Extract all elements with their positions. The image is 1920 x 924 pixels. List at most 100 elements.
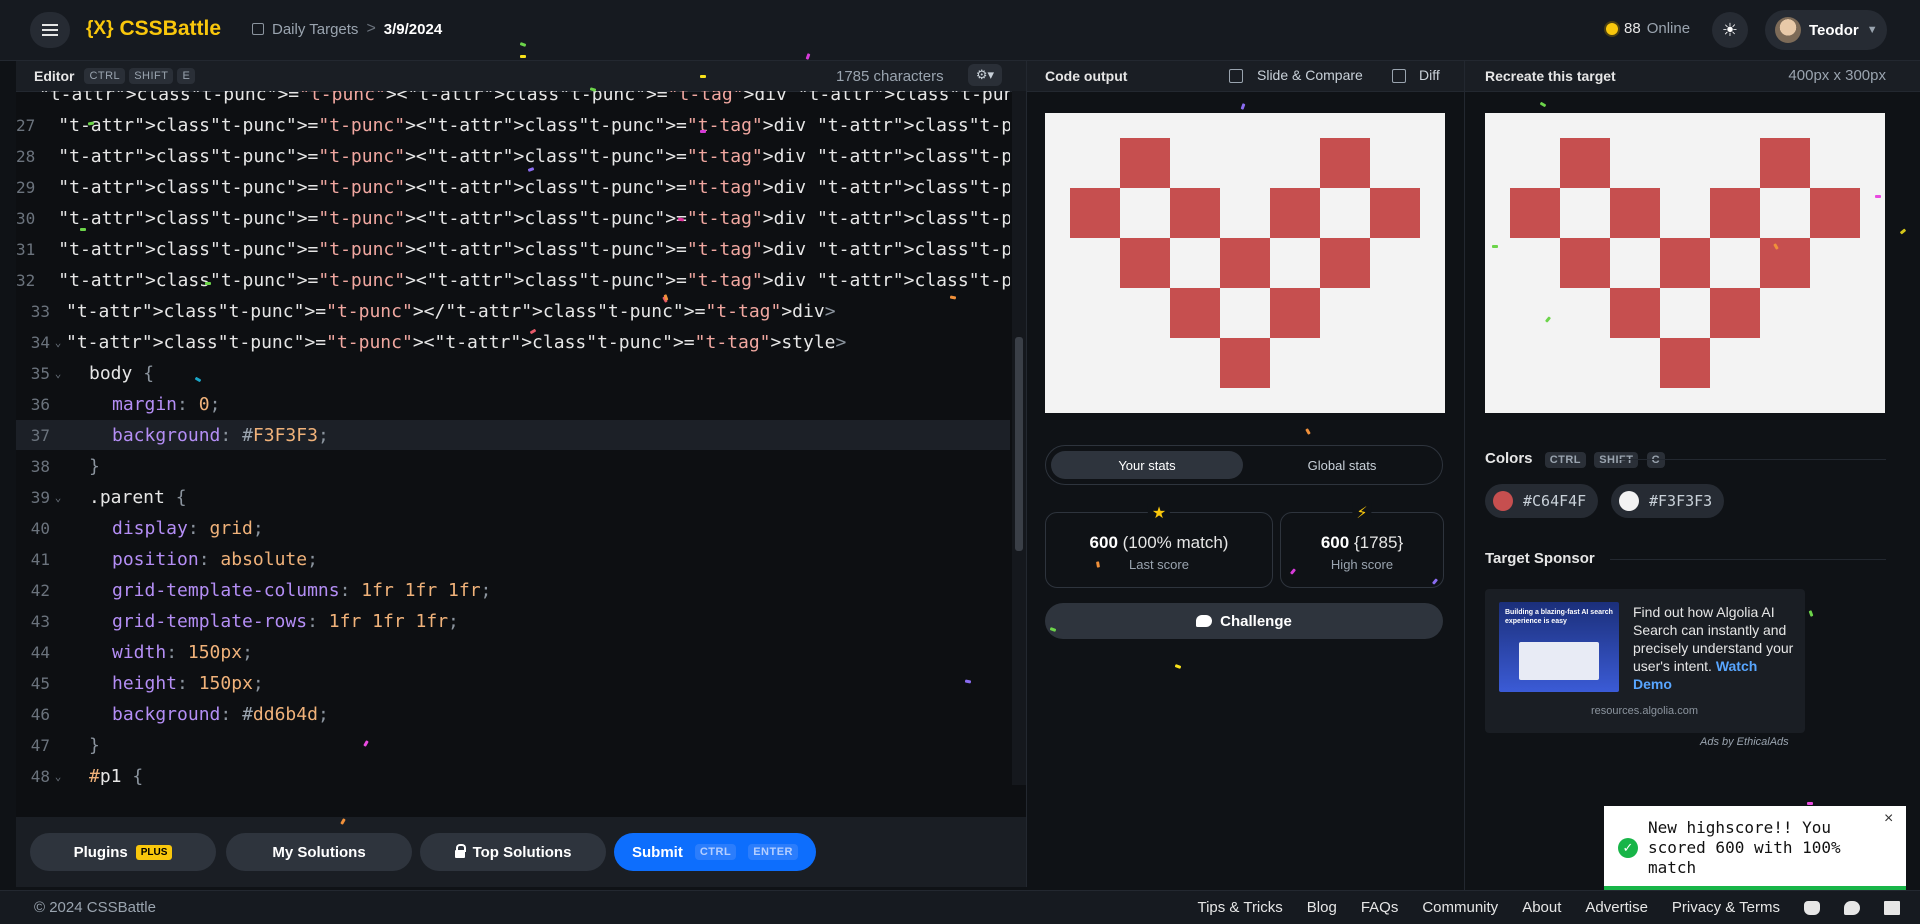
code-line[interactable]: 47}: [16, 730, 1010, 760]
line-number: 43: [30, 611, 50, 631]
footer-link[interactable]: Tips & Tricks: [1197, 899, 1282, 916]
breadcrumb: Daily Targets > 3/9/2024: [252, 20, 442, 38]
user-menu-button[interactable]: Teodor ▼: [1765, 10, 1887, 50]
code-output-title: Code output: [1045, 68, 1128, 84]
footer-link[interactable]: Blog: [1307, 899, 1337, 916]
code-text: height: 150px;: [112, 672, 264, 694]
my-solutions-button[interactable]: My Solutions: [226, 833, 412, 871]
pattern-square: [1070, 188, 1120, 238]
breadcrumb-current: 3/9/2024: [383, 20, 443, 38]
code-line[interactable]: 36 margin: 0;: [16, 389, 1010, 419]
code-text: "t-attr">class"t-punc">="t-punc"><"t-att…: [66, 331, 847, 353]
fold-chevron-icon[interactable]: ⌄: [50, 336, 66, 349]
plugins-label: Plugins: [73, 843, 128, 861]
ad-image[interactable]: Building a blazing-fast AI search experi…: [1499, 602, 1619, 692]
online-indicator: 88 Online: [1606, 20, 1690, 37]
ads-by-ethicalads[interactable]: Ads by EthicalAds: [1700, 736, 1789, 748]
breadcrumb-daily-targets[interactable]: Daily Targets: [272, 21, 358, 38]
code-line[interactable]: 27 "t-attr">class"t-punc">="t-punc"><"t-a…: [16, 110, 1010, 140]
code-line[interactable]: 43 grid-template-rows: 1fr 1fr 1fr;: [16, 606, 1010, 636]
editor-toolbar: Editor CTRL SHIFT E 1785 characters ⚙▾: [16, 61, 1026, 92]
footer-link[interactable]: FAQs: [1361, 899, 1399, 916]
tab-global-stats[interactable]: Global stats: [1246, 451, 1438, 479]
submit-button[interactable]: Submit CTRL ENTER: [614, 833, 816, 871]
fold-chevron-icon[interactable]: ⌄: [50, 491, 66, 504]
plus-badge: PLUS: [135, 844, 173, 860]
confetti-piece: [1875, 195, 1881, 198]
code-line[interactable]: 42 grid-template-columns: 1fr 1fr 1fr;: [16, 575, 1010, 605]
tab-your-stats[interactable]: Your stats: [1051, 451, 1243, 479]
code-line[interactable]: 44 width: 150px;: [16, 637, 1010, 667]
shortcut-key: C: [1646, 452, 1666, 468]
code-line[interactable]: 28 "t-attr">class"t-punc">="t-punc"><"t-a…: [16, 141, 1010, 171]
plugins-button[interactable]: Plugins PLUS: [30, 833, 216, 871]
editor-scroll-thumb[interactable]: [1015, 337, 1023, 551]
code-line[interactable]: 37 background: #F3F3F3;: [16, 420, 1010, 450]
twitter-icon[interactable]: [1844, 900, 1860, 915]
code-line[interactable]: 39 ⌄ .parent {: [16, 482, 1010, 512]
line-number: 40: [30, 518, 50, 538]
twitter-icon: [1196, 615, 1213, 627]
menu-button[interactable]: [30, 12, 70, 48]
code-output-header: Code output Slide & Compare Diff: [1027, 61, 1464, 92]
discord-icon[interactable]: [1804, 900, 1820, 915]
high-score-detail: {1785}: [1353, 533, 1404, 552]
code-output-canvas[interactable]: [1045, 113, 1445, 413]
code-line[interactable]: 41 position: absolute;: [16, 544, 1010, 574]
top-solutions-label: Top Solutions: [472, 843, 572, 861]
footer-link[interactable]: Community: [1422, 899, 1498, 916]
code-line[interactable]: 31 "t-attr">class"t-punc">="t-punc"><"t-a…: [16, 234, 1010, 264]
code-line[interactable]: 48 ⌄ #p1 {: [16, 761, 1010, 786]
code-line[interactable]: 46 background: #dd6b4d;: [16, 699, 1010, 729]
close-icon[interactable]: ×: [1884, 810, 1893, 828]
code-line[interactable]: 29 "t-attr">class"t-punc">="t-punc"><"t-a…: [16, 172, 1010, 202]
code-line[interactable]: 30 "t-attr">class"t-punc">="t-punc"><"t-a…: [16, 203, 1010, 233]
pattern-square: [1170, 288, 1220, 338]
slide-compare-label[interactable]: Slide & Compare: [1257, 67, 1363, 83]
challenge-button[interactable]: Challenge: [1045, 603, 1443, 639]
footer-link[interactable]: About: [1522, 899, 1561, 916]
color-swatch: [1619, 491, 1639, 511]
slide-compare-checkbox[interactable]: [1229, 69, 1243, 83]
line-number: 27: [16, 115, 36, 135]
footer-link[interactable]: Advertise: [1585, 899, 1648, 916]
code-area[interactable]: "t-attr">class"t-punc">="t-punc"><"t-att…: [16, 91, 1010, 785]
code-line[interactable]: "t-attr">class"t-punc">="t-punc"><"t-att…: [16, 91, 1010, 109]
high-score-label: High score: [1330, 557, 1394, 572]
confetti-piece: [1807, 802, 1813, 805]
top-solutions-button[interactable]: Top Solutions: [420, 833, 606, 871]
logo-text: CSSBattle: [119, 17, 221, 40]
code-line[interactable]: 32 "t-attr">class"t-punc">="t-punc"><"t-a…: [16, 265, 1010, 295]
code-text: margin: 0;: [112, 393, 221, 415]
code-text: "t-attr">class"t-punc">="t-punc"></"t-at…: [66, 300, 836, 322]
code-line[interactable]: 35 ⌄ body {: [16, 358, 1010, 388]
line-number: 34: [30, 332, 50, 352]
footer: © 2024 CSSBattle Tips & Tricks Blog FAQs…: [0, 890, 1920, 924]
high-score-value: 600: [1320, 533, 1350, 552]
code-text: #p1 {: [89, 765, 144, 786]
target-title: Recreate this target: [1485, 68, 1616, 84]
code-line[interactable]: 34 ⌄ "t-attr">class"t-punc">="t-punc"><"t-…: [16, 327, 1010, 357]
mail-icon[interactable]: [1884, 900, 1900, 915]
online-label: Online: [1646, 20, 1691, 37]
color-swatch-button[interactable]: #F3F3F3: [1611, 484, 1725, 518]
pattern-square: [1320, 238, 1370, 288]
diff-label[interactable]: Diff: [1419, 67, 1440, 83]
fold-chevron-icon[interactable]: ⌄: [50, 367, 66, 380]
sponsor-ad[interactable]: Building a blazing-fast AI search experi…: [1485, 589, 1805, 733]
fold-chevron-icon[interactable]: ⌄: [50, 770, 66, 783]
diff-checkbox[interactable]: [1392, 69, 1406, 83]
code-line[interactable]: 38}: [16, 451, 1010, 481]
target-canvas[interactable]: [1485, 113, 1885, 413]
logo[interactable]: {X} CSSBattle: [86, 17, 221, 41]
code-text: "t-attr">class"t-punc">="t-punc"><"t-att…: [58, 269, 1010, 291]
pattern-square: [1710, 288, 1760, 338]
footer-link[interactable]: Privacy & Terms: [1672, 899, 1780, 916]
code-line[interactable]: 33 "t-attr">class"t-punc">="t-punc"></"t-…: [16, 296, 1010, 326]
color-swatch-button[interactable]: #C64F4F: [1485, 484, 1599, 518]
code-line[interactable]: 40 display: grid;: [16, 513, 1010, 543]
editor-settings-button[interactable]: ⚙▾: [968, 64, 1002, 86]
code-line[interactable]: 45 height: 150px;: [16, 668, 1010, 698]
theme-toggle-button[interactable]: ☀: [1712, 12, 1748, 48]
line-number: 42: [30, 580, 50, 600]
